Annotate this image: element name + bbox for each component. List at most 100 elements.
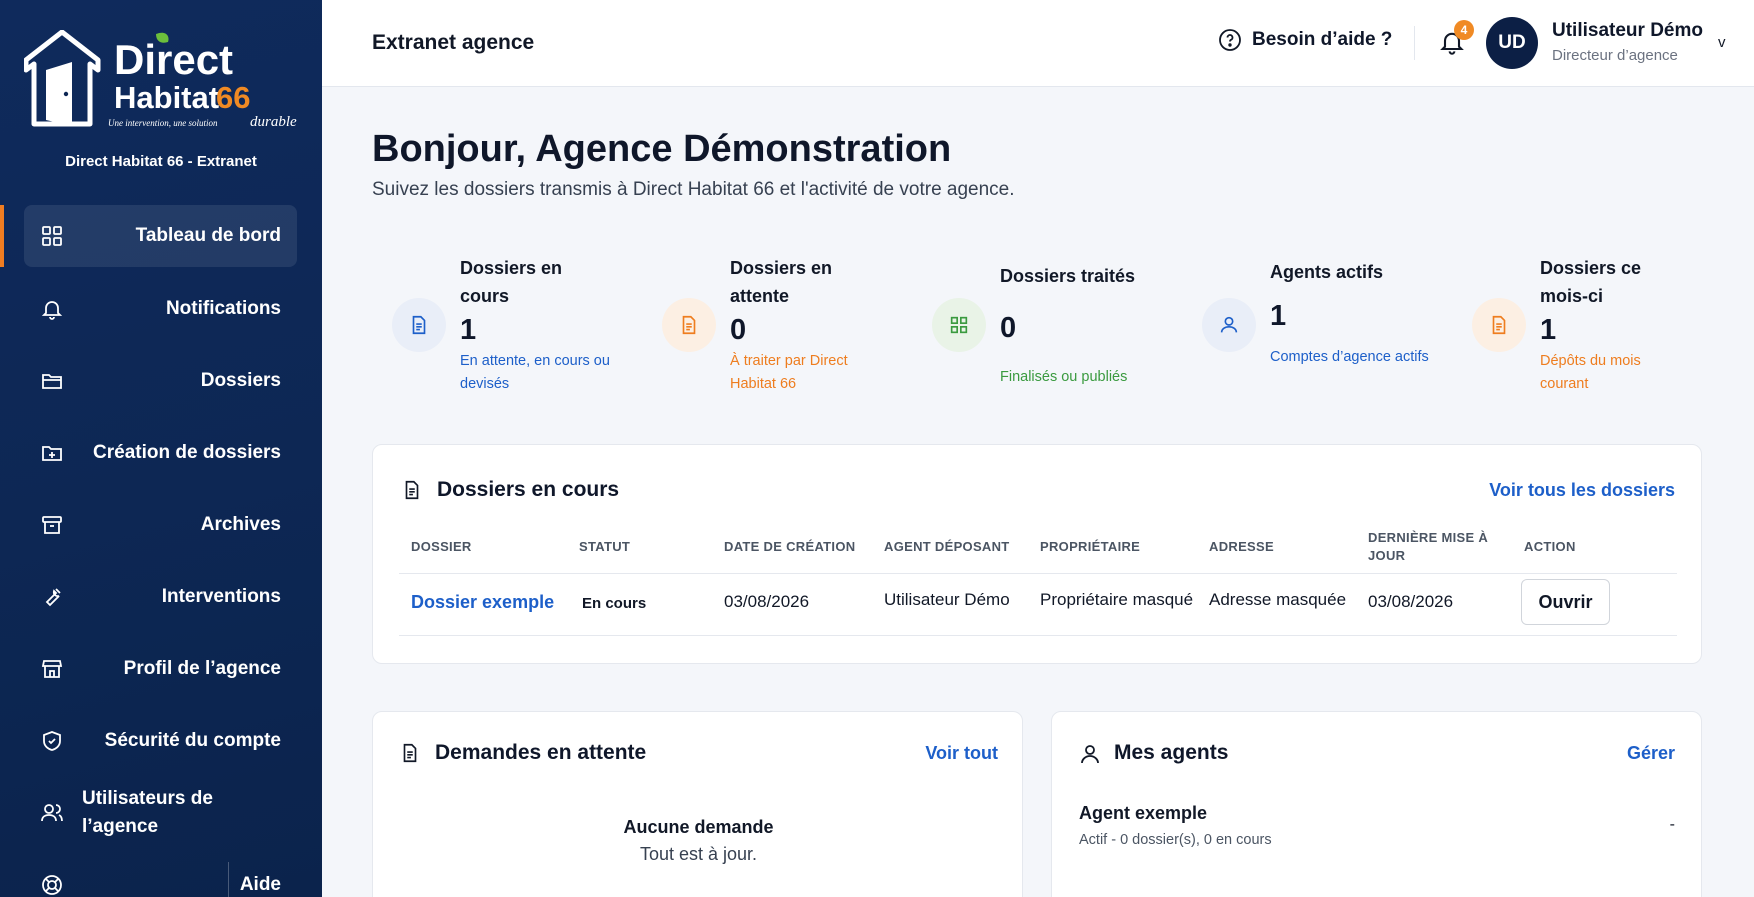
empty-state-subtitle: Tout est à jour. xyxy=(639,844,758,864)
lifebuoy-icon xyxy=(42,875,62,895)
dashboard-icon xyxy=(42,226,62,246)
sidebar-item-interventions[interactable]: Interventions xyxy=(24,566,297,628)
cell-agent: Utilisateur Démo xyxy=(884,590,1010,609)
stat-value: 0 xyxy=(730,314,747,346)
voir-tout-link[interactable]: Voir tout xyxy=(925,743,998,764)
sidebar-item-label: Aide xyxy=(239,874,281,895)
sidebar-item-label: Profil de l’agence xyxy=(123,658,281,679)
cell-proprietaire: Propriétaire masqué xyxy=(1040,590,1194,609)
agent-name: Agent exemple xyxy=(1079,803,1208,823)
header-title: Extranet agence xyxy=(372,31,535,54)
stat-description: À traiter par Direct Habitat 66 xyxy=(730,353,848,392)
svg-text:Une intervention, une solution: Une intervention, une solution xyxy=(108,118,218,128)
sidebar-item-securite[interactable]: Sécurité du compte xyxy=(24,710,297,772)
store-icon xyxy=(41,660,63,678)
sidebar-item-aide[interactable]: Aide xyxy=(24,854,297,897)
stat-value: 1 xyxy=(460,314,477,346)
column-header[interactable]: ADRESSE xyxy=(1209,538,1274,556)
active-indicator xyxy=(0,205,4,267)
user-icon xyxy=(1202,298,1256,352)
dossiers-en-cours-card: Dossiers en cours Voir tous les dossiers… xyxy=(372,444,1702,664)
sidebar-item-label: Interventions xyxy=(161,586,281,607)
sidebar-item-notifications[interactable]: Notifications xyxy=(24,278,297,340)
document-icon xyxy=(1472,298,1526,352)
column-header[interactable]: PROPRIÉTAIRE xyxy=(1040,538,1140,556)
sidebar-item-profil-agence[interactable]: Profil de l’agence xyxy=(24,638,297,700)
document-icon xyxy=(392,298,446,352)
sidebar: Direct Habitat 66 Une intervention, une … xyxy=(0,0,322,897)
stat-value: 0 xyxy=(1000,312,1017,344)
status-badge: En cours xyxy=(582,595,647,612)
stat-card-dossiers-en-cours: Dossiers en cours 1 En attente, en cours… xyxy=(372,250,632,400)
empty-state-title: Aucune demande xyxy=(623,817,774,837)
avatar[interactable]: UD xyxy=(1486,17,1538,69)
folder-icon xyxy=(42,374,62,389)
cell-derniere-maj: 03/08/2026 xyxy=(1368,592,1454,611)
demandes-en-attente-card: Demandes en attente Voir tout Aucune dem… xyxy=(372,711,1023,897)
card-title: Dossiers en cours xyxy=(437,478,620,501)
column-header[interactable]: DOSSIER xyxy=(411,538,472,556)
stat-card-dossiers-en-attente: Dossiers en attente 0 À traiter par Dire… xyxy=(642,250,902,400)
help-button[interactable]: Besoin d’aide ? xyxy=(1218,28,1392,52)
stat-description: Comptes d’agence actifs xyxy=(1270,349,1429,365)
stat-description: Dépôts du mois courant xyxy=(1540,353,1641,392)
bell-icon xyxy=(41,301,63,320)
agent-value: - xyxy=(1669,816,1675,833)
stat-label: Dossiers traités xyxy=(1000,266,1136,286)
sidebar-item-label: Archives xyxy=(200,514,281,535)
divider xyxy=(1414,26,1415,60)
grid-icon xyxy=(932,298,986,352)
user-menu-chevron[interactable]: v xyxy=(1718,34,1726,51)
stat-value: 1 xyxy=(1540,314,1557,346)
shield-icon xyxy=(43,731,61,751)
column-header[interactable]: DATE DE CRÉATION xyxy=(724,538,855,556)
stat-description: En attente, en cours ou devisés xyxy=(460,353,610,392)
sidebar-item-utilisateurs[interactable]: Utilisateurs de l’agence xyxy=(24,782,297,844)
user-icon xyxy=(1081,745,1099,764)
agent-meta: Actif - 0 dossier(s), 0 en cours xyxy=(1079,832,1272,848)
svg-text:Habitat: Habitat xyxy=(114,80,219,115)
sidebar-item-label: Dossiers xyxy=(200,370,281,391)
stat-label: Dossiers ce mois-ci xyxy=(1540,258,1642,306)
gerer-link[interactable]: Gérer xyxy=(1627,743,1675,764)
direct-habitat-logo[interactable]: Direct Habitat 66 Une intervention, une … xyxy=(24,30,304,145)
voir-tous-dossiers-link[interactable]: Voir tous les dossiers xyxy=(1489,480,1675,501)
table-divider xyxy=(399,635,1677,636)
document-icon xyxy=(662,298,716,352)
notification-count-badge: 4 xyxy=(1454,20,1474,40)
column-header[interactable]: DERNIÈRE MISE À JOUR xyxy=(1368,529,1508,565)
cell-adresse: Adresse masquée xyxy=(1209,590,1347,609)
cell-date-creation: 03/08/2026 xyxy=(724,592,810,611)
sidebar-item-tableau-de-bord[interactable]: Tableau de bord xyxy=(24,205,297,267)
column-header[interactable]: AGENT DÉPOSANT xyxy=(884,538,1010,556)
folder-plus-icon xyxy=(42,446,62,461)
svg-text:66: 66 xyxy=(216,80,250,115)
open-button[interactable]: Ouvrir xyxy=(1521,579,1610,625)
svg-text:durable: durable xyxy=(250,114,297,130)
stat-card-dossiers-traites: Dossiers traités 0 Finalisés ou publiés xyxy=(912,250,1172,400)
stat-label: Dossiers en attente xyxy=(730,258,833,306)
sidebar-item-label: Tableau de bord xyxy=(135,225,281,246)
column-header[interactable]: STATUT xyxy=(579,538,630,556)
user-name[interactable]: Utilisateur Démo xyxy=(1552,20,1703,42)
help-label: Besoin d’aide ? xyxy=(1252,29,1393,50)
sidebar-item-label: Notifications xyxy=(165,298,281,319)
column-header: ACTION xyxy=(1524,539,1576,554)
sidebar-item-dossiers[interactable]: Dossiers xyxy=(24,350,297,412)
mes-agents-card: Mes agents Gérer Agent exemple Actif - 0… xyxy=(1051,711,1702,897)
stat-value: 1 xyxy=(1270,300,1287,332)
dossier-link[interactable]: Dossier exemple xyxy=(411,592,554,613)
divider xyxy=(228,862,229,897)
stat-label: Dossiers en cours xyxy=(460,258,563,306)
table-divider xyxy=(399,573,1677,574)
help-circle-icon xyxy=(1219,29,1241,51)
sidebar-item-creation-dossiers[interactable]: Création de dossiers xyxy=(24,422,297,484)
sidebar-item-archives[interactable]: Archives xyxy=(24,494,297,556)
sidebar-item-label: Utilisateurs de l’agence xyxy=(82,788,213,837)
card-title: Demandes en attente xyxy=(435,741,647,764)
wrench-icon xyxy=(45,588,61,607)
sidebar-item-label: Création de dossiers xyxy=(93,442,281,463)
top-header: Extranet agence Besoin d’aide ? 4 UD Uti… xyxy=(322,0,1754,87)
stat-card-dossiers-ce-mois: Dossiers ce mois-ci 1 Dépôts du mois cou… xyxy=(1452,250,1712,400)
page-subtitle: Suivez les dossiers transmis à Direct Ha… xyxy=(372,179,1015,200)
